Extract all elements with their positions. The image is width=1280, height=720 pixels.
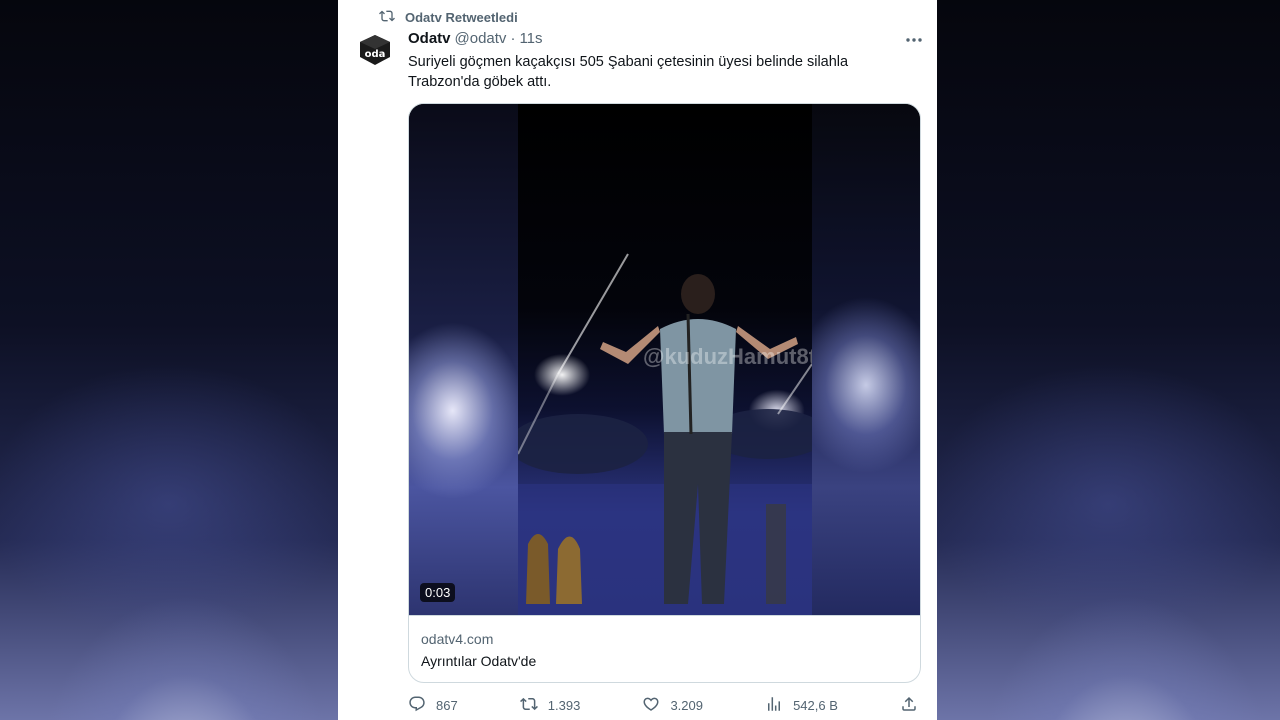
video-duration-badge: 0:03: [420, 583, 456, 602]
video-blur-left: [409, 104, 518, 615]
reply-icon: [408, 695, 426, 716]
views-count: 542,6 B: [793, 697, 838, 713]
like-button[interactable]: 3.209: [642, 695, 703, 716]
reply-button[interactable]: 867: [408, 695, 458, 716]
tweet-text-line-1: Suriyeli göçmen kaçakçısı 505 Şabani çet…: [408, 54, 849, 70]
views-icon: [765, 695, 783, 716]
screen: Odatv Retweetledi oda Odatv @odatv · 11s…: [0, 0, 1280, 720]
like-icon: [642, 695, 660, 716]
video-blur-right: [812, 104, 920, 615]
background-blur-left: [0, 0, 338, 720]
action-bar: 867 1.393 3.209 542,6 B: [408, 695, 918, 715]
avatar[interactable]: oda: [358, 33, 392, 67]
retweet-count: 1.393: [547, 697, 581, 713]
retweet-action-icon: [519, 695, 538, 716]
views-button[interactable]: 542,6 B: [765, 695, 838, 716]
link-card[interactable]: @kuduzHamut8tur 0:03 odatv4.com Ayrıntıl…: [408, 103, 921, 683]
share-icon: [900, 695, 918, 716]
background-blur-right: [937, 0, 1280, 720]
video-frame: @kuduzHamut8tur: [518, 104, 838, 615]
avatar-logo-text: oda: [365, 49, 386, 60]
tweet-card[interactable]: Odatv Retweetledi oda Odatv @odatv · 11s…: [338, 0, 937, 720]
card-domain: odatv4.com: [421, 631, 494, 647]
like-count: 3.209: [670, 697, 703, 713]
retweet-icon: [379, 8, 395, 27]
author-handle[interactable]: @odatv: [455, 30, 507, 47]
card-title[interactable]: Ayrıntılar Odatv'de: [421, 650, 908, 672]
tweet-time[interactable]: 11s: [519, 30, 542, 47]
more-icon[interactable]: [904, 30, 924, 50]
video-watermark: @kuduzHamut8tur: [643, 344, 839, 369]
tweet-text: Suriyeli göçmen kaçakçısı 505 Şabani çet…: [408, 52, 908, 92]
card-meta[interactable]: odatv4.com Ayrıntılar Odatv'de: [409, 615, 920, 682]
video-player[interactable]: @kuduzHamut8tur 0:03: [409, 104, 920, 615]
tweet-header: Odatv @odatv · 11s: [408, 30, 543, 47]
retweet-context-label[interactable]: Odatv Retweetledi: [405, 10, 518, 25]
retweet-button[interactable]: 1.393: [519, 695, 581, 716]
tweet-text-line-2: Trabzon'da göbek attı.: [408, 74, 552, 90]
separator-dot: ·: [510, 30, 516, 47]
share-button[interactable]: [900, 695, 918, 716]
retweet-context: Odatv Retweetledi: [379, 9, 518, 25]
author-name[interactable]: Odatv: [408, 30, 451, 47]
reply-count: 867: [436, 697, 458, 713]
